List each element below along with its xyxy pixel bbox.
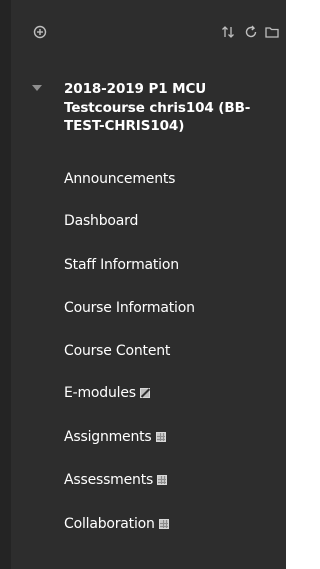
menu-item-assignments[interactable]: Assignments [64, 427, 166, 447]
empty-icon [158, 519, 169, 529]
empty-icon [155, 432, 166, 442]
menu-item-staff-information[interactable]: Staff Information [64, 255, 179, 275]
menu-item-course-information[interactable]: Course Information [64, 298, 195, 318]
course-menu-panel: 2018-2019 P1 MCU Testcourse chris104 (BB… [0, 0, 286, 569]
menu-item-label: Dashboard [64, 213, 139, 229]
sort-arrows-icon[interactable] [220, 24, 236, 40]
menu-item-announcements[interactable]: Announcements [64, 169, 175, 189]
menu-item-label: E-modules [64, 385, 136, 401]
add-circle-icon[interactable] [32, 24, 48, 40]
menu-item-label: Assignments [64, 429, 152, 445]
caret-down-icon[interactable] [32, 85, 42, 91]
menu-item-label: Staff Information [64, 257, 179, 273]
menu-item-label: Course Content [64, 343, 171, 359]
refresh-icon[interactable] [243, 24, 259, 40]
hidden-icon [139, 388, 150, 398]
menu-toolbar [11, 24, 279, 44]
menu-item-course-content[interactable]: Course Content [64, 341, 170, 361]
menu-item-e-modules[interactable]: E-modules [64, 383, 150, 403]
menu-item-dashboard[interactable]: Dashboard [64, 211, 138, 231]
menu-item-label: Announcements [64, 171, 176, 187]
page-edge [311, 0, 320, 569]
menu-item-collaboration[interactable]: Collaboration [64, 514, 169, 534]
menu-item-assessments[interactable]: Assessments [64, 470, 168, 490]
empty-icon [157, 475, 168, 485]
folder-icon[interactable] [264, 24, 280, 40]
menu-item-label: Assessments [64, 472, 154, 488]
menu-item-label: Collaboration [64, 516, 155, 532]
course-title[interactable]: 2018-2019 P1 MCU Testcourse chris104 (BB… [64, 80, 279, 136]
menu-item-label: Course Information [64, 300, 195, 316]
